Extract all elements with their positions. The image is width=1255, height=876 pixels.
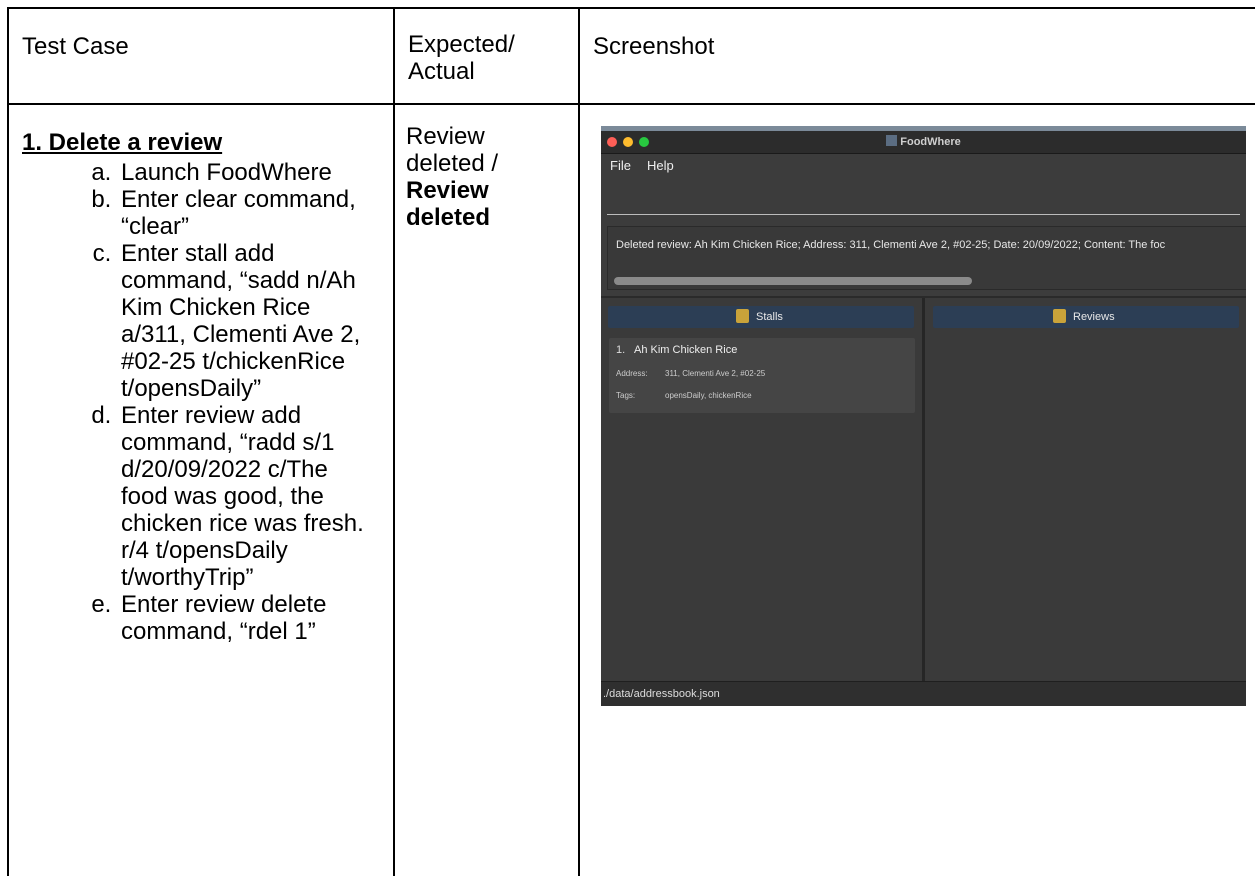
reviews-panel: Reviews — [925, 298, 1246, 681]
status-path: ./data/addressbook.json — [603, 688, 720, 700]
stall-icon — [736, 309, 749, 323]
test-case-document: Test Case Expected/ Actual Screenshot 1.… — [0, 0, 1255, 876]
reviews-header: Reviews — [933, 306, 1239, 328]
test-step: Enter review add command, “radd s/1 d/20… — [118, 402, 378, 591]
table-border-header-bottom — [7, 103, 1255, 105]
stalls-header-label: Stalls — [756, 311, 783, 323]
menu-file[interactable]: File — [610, 158, 631, 173]
stall-card[interactable]: 1. Ah Kim Chicken Rice Address: 311, Cle… — [609, 338, 915, 413]
stall-index: 1. — [616, 344, 626, 356]
expected-result: Review deleted / — [406, 123, 499, 177]
table-border-top — [7, 7, 1255, 9]
header-expected-actual: Expected/ Actual — [408, 31, 515, 85]
test-step: Launch FoodWhere — [118, 159, 378, 186]
test-steps-list: Launch FoodWhere Enter clear command, “c… — [78, 159, 378, 645]
table-border-left — [7, 7, 9, 876]
header-screenshot: Screenshot — [593, 33, 715, 60]
window-titlebar: FoodWhere — [601, 131, 1246, 154]
status-bar: ./data/addressbook.json — [601, 681, 1246, 706]
app-logo-icon — [886, 135, 898, 146]
stall-address: 311, Clementi Ave 2, #02-25 — [665, 369, 766, 378]
test-case-title: 1. Delete a review — [22, 129, 223, 156]
test-step: Enter stall add command, “sadd n/Ah Kim … — [118, 240, 378, 402]
stalls-panel: Stalls 1. Ah Kim Chicken Rice Address: 3… — [601, 298, 922, 681]
expected-actual-cell: Review deleted / Review deleted — [406, 123, 556, 231]
stall-address-label: Address: — [616, 369, 648, 378]
stall-name: Ah Kim Chicken Rice — [634, 344, 738, 356]
result-scrollbar[interactable] — [614, 277, 972, 285]
result-display: Deleted review: Ah Kim Chicken Rice; Add… — [607, 226, 1246, 290]
stall-tags: opensDaily, chickenRice — [665, 391, 752, 400]
menu-help[interactable]: Help — [647, 158, 674, 173]
command-input[interactable] — [607, 186, 1240, 215]
menu-bar: File Help — [601, 154, 1246, 178]
review-icon — [1053, 309, 1066, 323]
app-screenshot: FoodWhere File Help Deleted review: Ah K… — [601, 126, 1246, 706]
result-text: Deleted review: Ah Kim Chicken Rice; Add… — [616, 239, 1166, 251]
test-step: Enter clear command, “clear” — [118, 186, 378, 240]
table-divider-2 — [578, 7, 580, 876]
test-step: Enter review delete command, “rdel 1” — [118, 591, 378, 645]
actual-result: Review deleted — [406, 177, 491, 231]
window-title-text: FoodWhere — [900, 136, 961, 148]
stalls-header: Stalls — [608, 306, 914, 328]
stall-tags-label: Tags: — [616, 391, 636, 400]
header-test-case: Test Case — [22, 33, 129, 60]
table-divider-1 — [393, 7, 395, 876]
reviews-header-label: Reviews — [1073, 311, 1115, 323]
window-title: FoodWhere — [601, 135, 1246, 148]
